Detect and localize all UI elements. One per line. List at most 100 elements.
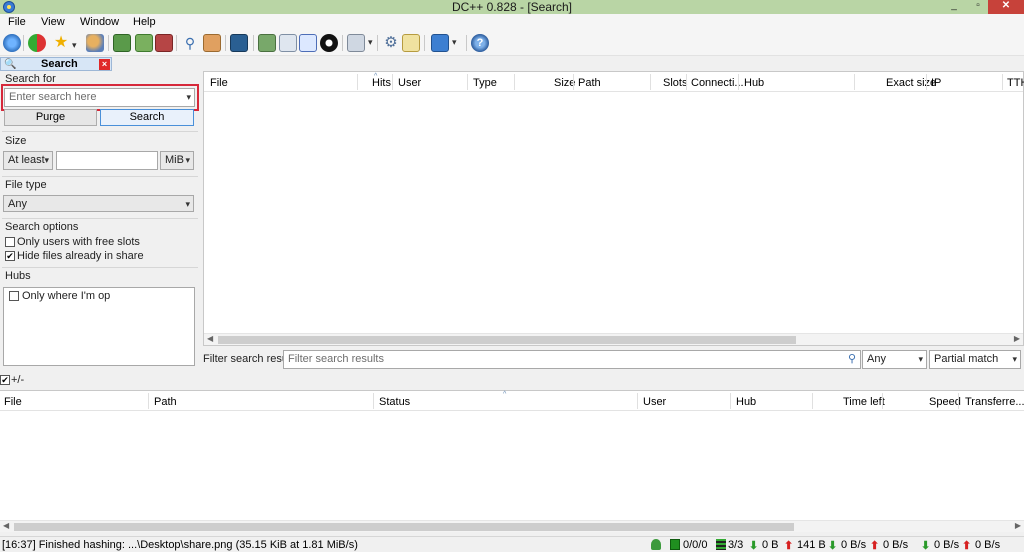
user-icon — [651, 539, 661, 550]
hide-shared-checkbox[interactable]: ✔ — [5, 251, 15, 261]
results-hscrollbar[interactable]: ◀ ▶ — [204, 333, 1023, 345]
hubs-list[interactable]: Only where I'm op — [3, 287, 195, 366]
column-divider — [926, 74, 927, 90]
help-icon[interactable]: ? — [471, 34, 489, 52]
close-button[interactable]: ✕ — [988, 0, 1024, 14]
toolbar-separator — [108, 35, 109, 51]
scroll-left-icon[interactable]: ◀ — [3, 521, 9, 530]
maximize-button[interactable]: ▫ — [968, 0, 988, 14]
menu-view[interactable]: View — [41, 16, 65, 28]
close-tab-icon[interactable]: × — [99, 59, 110, 70]
toolbar-separator — [176, 35, 177, 51]
size-unit-select[interactable]: MiB ▾ — [160, 151, 194, 170]
scroll-left-icon[interactable]: ◀ — [207, 334, 213, 343]
chevron-down-icon: ▾ — [185, 155, 190, 165]
free-slots-label: Only users with free slots — [17, 236, 140, 248]
col-slots[interactable]: Slots — [663, 77, 687, 89]
scroll-thumb[interactable] — [218, 336, 796, 344]
column-divider — [650, 74, 651, 90]
settings-icon[interactable]: ⚙ — [382, 34, 400, 52]
plugins-icon[interactable] — [431, 34, 457, 52]
search-icon[interactable]: ⚲ — [848, 352, 856, 365]
hubs-label: Hubs — [5, 270, 31, 282]
col-connection[interactable]: Connecti... — [691, 77, 744, 89]
tab-strip: 🔍 Search × — [0, 57, 1024, 71]
open-file-list-icon[interactable] — [258, 34, 276, 52]
col-transferred[interactable]: Transferre... — [965, 396, 1024, 408]
column-divider — [357, 74, 358, 90]
menu-window[interactable]: Window — [80, 16, 119, 28]
upload-arrow-icon: ⬆ — [784, 540, 794, 552]
col-hits[interactable]: Hits — [372, 77, 391, 89]
column-divider — [854, 74, 855, 90]
column-divider — [686, 74, 687, 90]
col-user[interactable]: User — [398, 77, 421, 89]
toolbar-separator — [424, 35, 425, 51]
search-button[interactable]: Search — [100, 109, 194, 126]
column-divider — [373, 393, 374, 409]
search-options-label: Search options — [5, 221, 79, 233]
favorites-icon[interactable]: ★ — [52, 34, 77, 54]
scroll-right-icon[interactable]: ▶ — [1014, 334, 1020, 343]
queue-icon[interactable] — [113, 34, 131, 52]
purge-button[interactable]: Purge — [4, 109, 97, 126]
upload-speed-icon: ⬆ — [870, 540, 880, 552]
menu-file[interactable]: File — [8, 16, 26, 28]
column-divider — [637, 393, 638, 409]
column-divider — [392, 74, 393, 90]
favorite-users-icon[interactable] — [86, 34, 104, 52]
filter-bar: Filter search results: Filter search res… — [203, 349, 1024, 370]
col-path[interactable]: Path — [154, 396, 177, 408]
col-tth[interactable]: TTH — [1007, 77, 1024, 89]
download-limit-icon: ⬇ — [921, 540, 931, 552]
minimize-button[interactable]: _ — [944, 0, 964, 14]
filter-column-select[interactable]: Any ▾ — [862, 350, 927, 369]
size-mode-select[interactable]: At least ▾ — [3, 151, 53, 170]
match-queue-icon[interactable] — [299, 34, 317, 52]
adl-search-icon[interactable] — [203, 34, 221, 52]
search-icon[interactable]: ⚲ — [181, 34, 199, 52]
transfers-hscrollbar[interactable]: ◀ ▶ — [0, 520, 1024, 532]
col-user[interactable]: User — [643, 396, 666, 408]
transfers-toggle-checkbox[interactable]: ✔ — [0, 375, 10, 385]
column-divider — [730, 393, 731, 409]
transfers-list[interactable]: File Path Status ^ User Hub Time left Sp… — [0, 390, 1024, 532]
col-speed[interactable]: Speed — [929, 396, 961, 408]
reconnect-icon[interactable] — [28, 34, 46, 52]
search-input[interactable]: Enter search here ▾ — [4, 88, 195, 107]
transfers-toggle-label[interactable]: +/- — [11, 374, 24, 386]
finished-downloads-icon[interactable] — [135, 34, 153, 52]
filter-input[interactable]: Filter search results ⚲ — [283, 350, 861, 369]
scroll-right-icon[interactable]: ▶ — [1015, 521, 1021, 530]
col-file[interactable]: File — [210, 77, 228, 89]
finished-uploads-icon[interactable] — [155, 34, 173, 52]
chevron-down-icon[interactable]: ▾ — [186, 89, 191, 106]
menu-help[interactable]: Help — [133, 16, 156, 28]
refresh-share-icon[interactable] — [320, 34, 338, 52]
only-op-checkbox[interactable] — [9, 291, 19, 301]
tab-search[interactable]: 🔍 Search × — [0, 57, 112, 71]
free-slots-checkbox[interactable] — [5, 237, 15, 247]
col-time-left[interactable]: Time left — [843, 396, 885, 408]
col-status[interactable]: Status — [379, 396, 410, 408]
notepad-icon[interactable] — [347, 34, 373, 52]
system-log-icon[interactable] — [402, 34, 420, 52]
file-type-select[interactable]: Any ▾ — [3, 195, 194, 212]
scroll-thumb[interactable] — [14, 523, 794, 531]
col-path[interactable]: Path — [578, 77, 601, 89]
size-input[interactable] — [56, 151, 158, 170]
col-ip[interactable]: IP — [931, 77, 941, 89]
col-hub[interactable]: Hub — [736, 396, 756, 408]
col-file[interactable]: File — [4, 396, 22, 408]
search-spy-icon[interactable] — [230, 34, 248, 52]
chevron-down-icon: ▾ — [1012, 354, 1017, 364]
col-type[interactable]: Type — [473, 77, 497, 89]
col-hub[interactable]: Hub — [744, 77, 764, 89]
search-results-list[interactable]: File ^ Hits User Type Size Path Slots Co… — [203, 71, 1024, 346]
connect-icon[interactable] — [3, 34, 21, 52]
toolbar-separator — [225, 35, 226, 51]
download-speed: 0 B/s — [841, 539, 867, 551]
open-own-list-icon[interactable] — [279, 34, 297, 52]
col-exact-size[interactable]: Exact size — [886, 77, 936, 89]
filter-mode-select[interactable]: Partial match ▾ — [929, 350, 1021, 369]
